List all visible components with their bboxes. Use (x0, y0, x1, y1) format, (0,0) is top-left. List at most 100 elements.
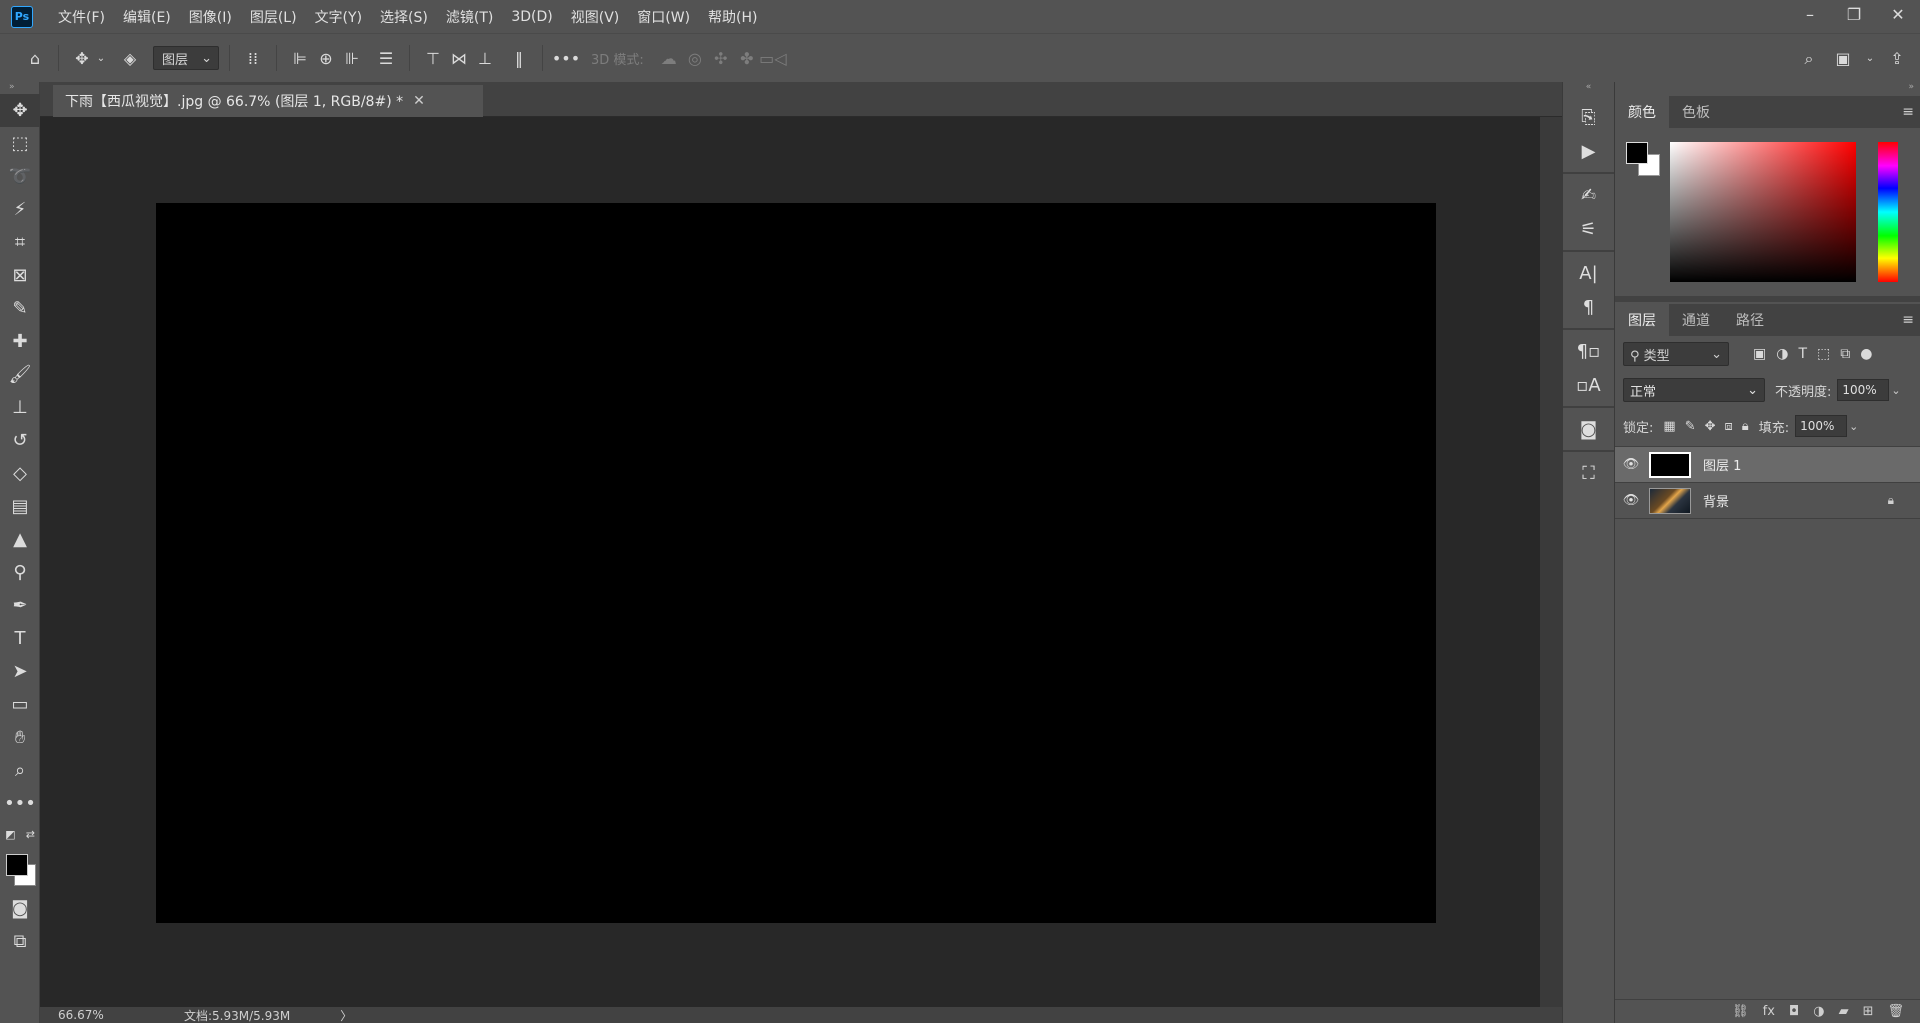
rectangle-tool-icon[interactable]: ▭ (0, 688, 40, 721)
panel-grip-icon[interactable]: » (0, 82, 39, 94)
align-center-icon[interactable]: ⊕ (313, 45, 339, 71)
visibility-eye-icon[interactable]: 👁︎ (1615, 457, 1647, 472)
magic-wand-tool-icon[interactable]: ⚡ (0, 193, 40, 226)
menu-image[interactable]: 图像(I) (189, 7, 232, 27)
libraries-icon[interactable]: ◙ (1563, 412, 1614, 446)
type-tool-icon[interactable]: T (0, 622, 40, 655)
workspace-icon[interactable]: ▣ (1830, 46, 1856, 72)
more-options-icon[interactable]: ••• (552, 45, 580, 71)
pen-tool-icon[interactable]: ✒ (0, 589, 40, 622)
foreground-color-swatch[interactable] (1626, 142, 1648, 164)
character-styles-icon[interactable]: ▫A (1563, 368, 1614, 402)
zoom-tool-icon[interactable]: ⌕ (0, 754, 40, 787)
tab-paths[interactable]: 路径 (1723, 304, 1777, 336)
document-canvas[interactable] (156, 203, 1436, 923)
distribute-vertical-icon[interactable]: ‖ (506, 45, 532, 71)
eraser-tool-icon[interactable]: ◇ (0, 457, 40, 490)
quick-mask-icon[interactable]: ◙ (0, 892, 40, 925)
menu-3d[interactable]: 3D(D) (511, 9, 552, 25)
filter-pixel-icon[interactable]: ▣ (1753, 346, 1766, 362)
tab-channels[interactable]: 通道 (1669, 304, 1723, 336)
panel-menu-icon[interactable]: ≡ (1902, 104, 1914, 120)
link-layers-icon[interactable]: ⛓ (1732, 1004, 1749, 1019)
share-icon[interactable]: ⇪ (1884, 46, 1910, 72)
menu-window[interactable]: 窗口(W) (637, 7, 690, 27)
brush-tool-icon[interactable]: 🖌︎ (0, 358, 40, 391)
lasso-tool-icon[interactable]: ➰ (0, 160, 40, 193)
chevron-down-icon[interactable]: ⌄ (95, 45, 107, 71)
blur-tool-icon[interactable]: ▲ (0, 523, 40, 556)
dodge-tool-icon[interactable]: ⚲ (0, 556, 40, 589)
tab-layers[interactable]: 图层 (1615, 304, 1669, 336)
auto-select-icon[interactable]: ◈ (117, 45, 143, 71)
align-top-icon[interactable]: ⊤ (420, 45, 446, 71)
foreground-color-swatch[interactable] (6, 854, 28, 876)
path-selection-tool-icon[interactable]: ➤ (0, 655, 40, 688)
menu-edit[interactable]: 编辑(E) (123, 7, 171, 27)
healing-brush-tool-icon[interactable]: ✚ (0, 325, 40, 358)
minimize-button[interactable]: – (1788, 0, 1832, 28)
panel-grip-icon[interactable]: « (1563, 82, 1614, 96)
vertical-scrollbar[interactable] (1540, 117, 1562, 1007)
panel-menu-icon[interactable]: ≡ (1902, 312, 1914, 328)
history-brush-tool-icon[interactable]: ↺ (0, 424, 40, 457)
paragraph-panel-icon[interactable]: ¶ (1563, 290, 1614, 324)
tab-color[interactable]: 颜色 (1615, 96, 1669, 128)
add-mask-icon[interactable]: ◘ (1789, 1004, 1799, 1019)
move-tool-icon[interactable]: ✥ (69, 45, 95, 71)
move-tool-icon[interactable]: ✥ (0, 94, 40, 127)
adjustments-icon[interactable]: ⚟ (1563, 212, 1614, 246)
brush-settings-icon[interactable]: ✍ (1563, 178, 1614, 212)
lock-all-icon[interactable]: 🔒︎ (1742, 419, 1749, 434)
filter-type-icon[interactable]: T (1798, 346, 1807, 362)
swap-colors-icon[interactable]: ⇄ (26, 828, 35, 841)
restore-button[interactable]: ❐ (1832, 0, 1876, 28)
frame-tool-icon[interactable]: ⊠ (0, 259, 40, 292)
close-icon[interactable]: ✕ (413, 93, 425, 109)
paragraph-styles-icon[interactable]: ¶▫ (1563, 334, 1614, 368)
fill-input[interactable]: 100% (1795, 415, 1848, 437)
menu-filter[interactable]: 滤镜(T) (446, 7, 493, 27)
menu-type[interactable]: 文字(Y) (315, 7, 362, 27)
align-middle-icon[interactable]: ⋈ (446, 45, 472, 71)
hue-slider[interactable] (1878, 142, 1898, 282)
opacity-input[interactable]: 100% (1837, 379, 1890, 401)
blend-mode-dropdown[interactable]: 正常 ⌄ (1623, 378, 1765, 402)
history-panel-icon[interactable]: ⎘ (1563, 100, 1614, 134)
filter-smart-object-icon[interactable]: ⧉ (1840, 346, 1850, 362)
auto-select-dropdown[interactable]: 图层 ⌄ (153, 46, 219, 70)
color-picker-field[interactable] (1670, 142, 1856, 282)
person-frame-icon[interactable]: ⛶ (1563, 456, 1614, 490)
home-icon[interactable]: ⌂ (22, 45, 48, 71)
color-swatches[interactable] (0, 848, 40, 892)
chevron-down-icon[interactable]: ⌄ (1849, 420, 1863, 433)
menu-file[interactable]: 文件(F) (58, 7, 105, 27)
lock-transparent-icon[interactable]: ▦ (1663, 419, 1675, 434)
stamp-tool-icon[interactable]: ⊥ (0, 391, 40, 424)
menu-layer[interactable]: 图层(L) (250, 7, 297, 27)
lock-position-icon[interactable]: ✥ (1705, 419, 1716, 434)
distribute-icon[interactable]: ☰ (373, 45, 399, 71)
delete-layer-icon[interactable]: 🗑︎ (1887, 1004, 1904, 1019)
filter-adjustment-icon[interactable]: ◑ (1776, 346, 1788, 362)
eyedropper-tool-icon[interactable]: ✎ (0, 292, 40, 325)
hand-tool-icon[interactable]: ✋︎ (0, 721, 40, 754)
menu-select[interactable]: 选择(S) (380, 7, 428, 27)
panel-grip-icon[interactable]: » (1615, 82, 1920, 96)
layer-filter-dropdown[interactable]: ⚲ 类型 ⌄ (1623, 342, 1729, 366)
gradient-tool-icon[interactable]: ▤ (0, 490, 40, 523)
crop-tool-icon[interactable]: ⌗ (0, 226, 40, 259)
menu-view[interactable]: 视图(V) (571, 7, 620, 27)
adjustment-layer-icon[interactable]: ◑ (1813, 1004, 1824, 1019)
chevron-down-icon[interactable]: ⌄ (1891, 384, 1905, 397)
marquee-tool-icon[interactable]: ⬚ (0, 127, 40, 160)
character-panel-icon[interactable]: A| (1563, 256, 1614, 290)
edit-toolbar-icon[interactable]: ••• (0, 787, 40, 820)
menu-help[interactable]: 帮助(H) (708, 7, 757, 27)
visibility-eye-icon[interactable]: 👁︎ (1615, 493, 1647, 508)
lock-artboard-icon[interactable]: ⧈ (1725, 419, 1733, 434)
align-left-icon[interactable]: ⊫ (287, 45, 313, 71)
close-window-button[interactable]: ✕ (1876, 0, 1920, 28)
actions-panel-icon[interactable]: ▶ (1563, 134, 1614, 168)
chevron-down-icon[interactable]: ⌄ (1864, 46, 1876, 72)
